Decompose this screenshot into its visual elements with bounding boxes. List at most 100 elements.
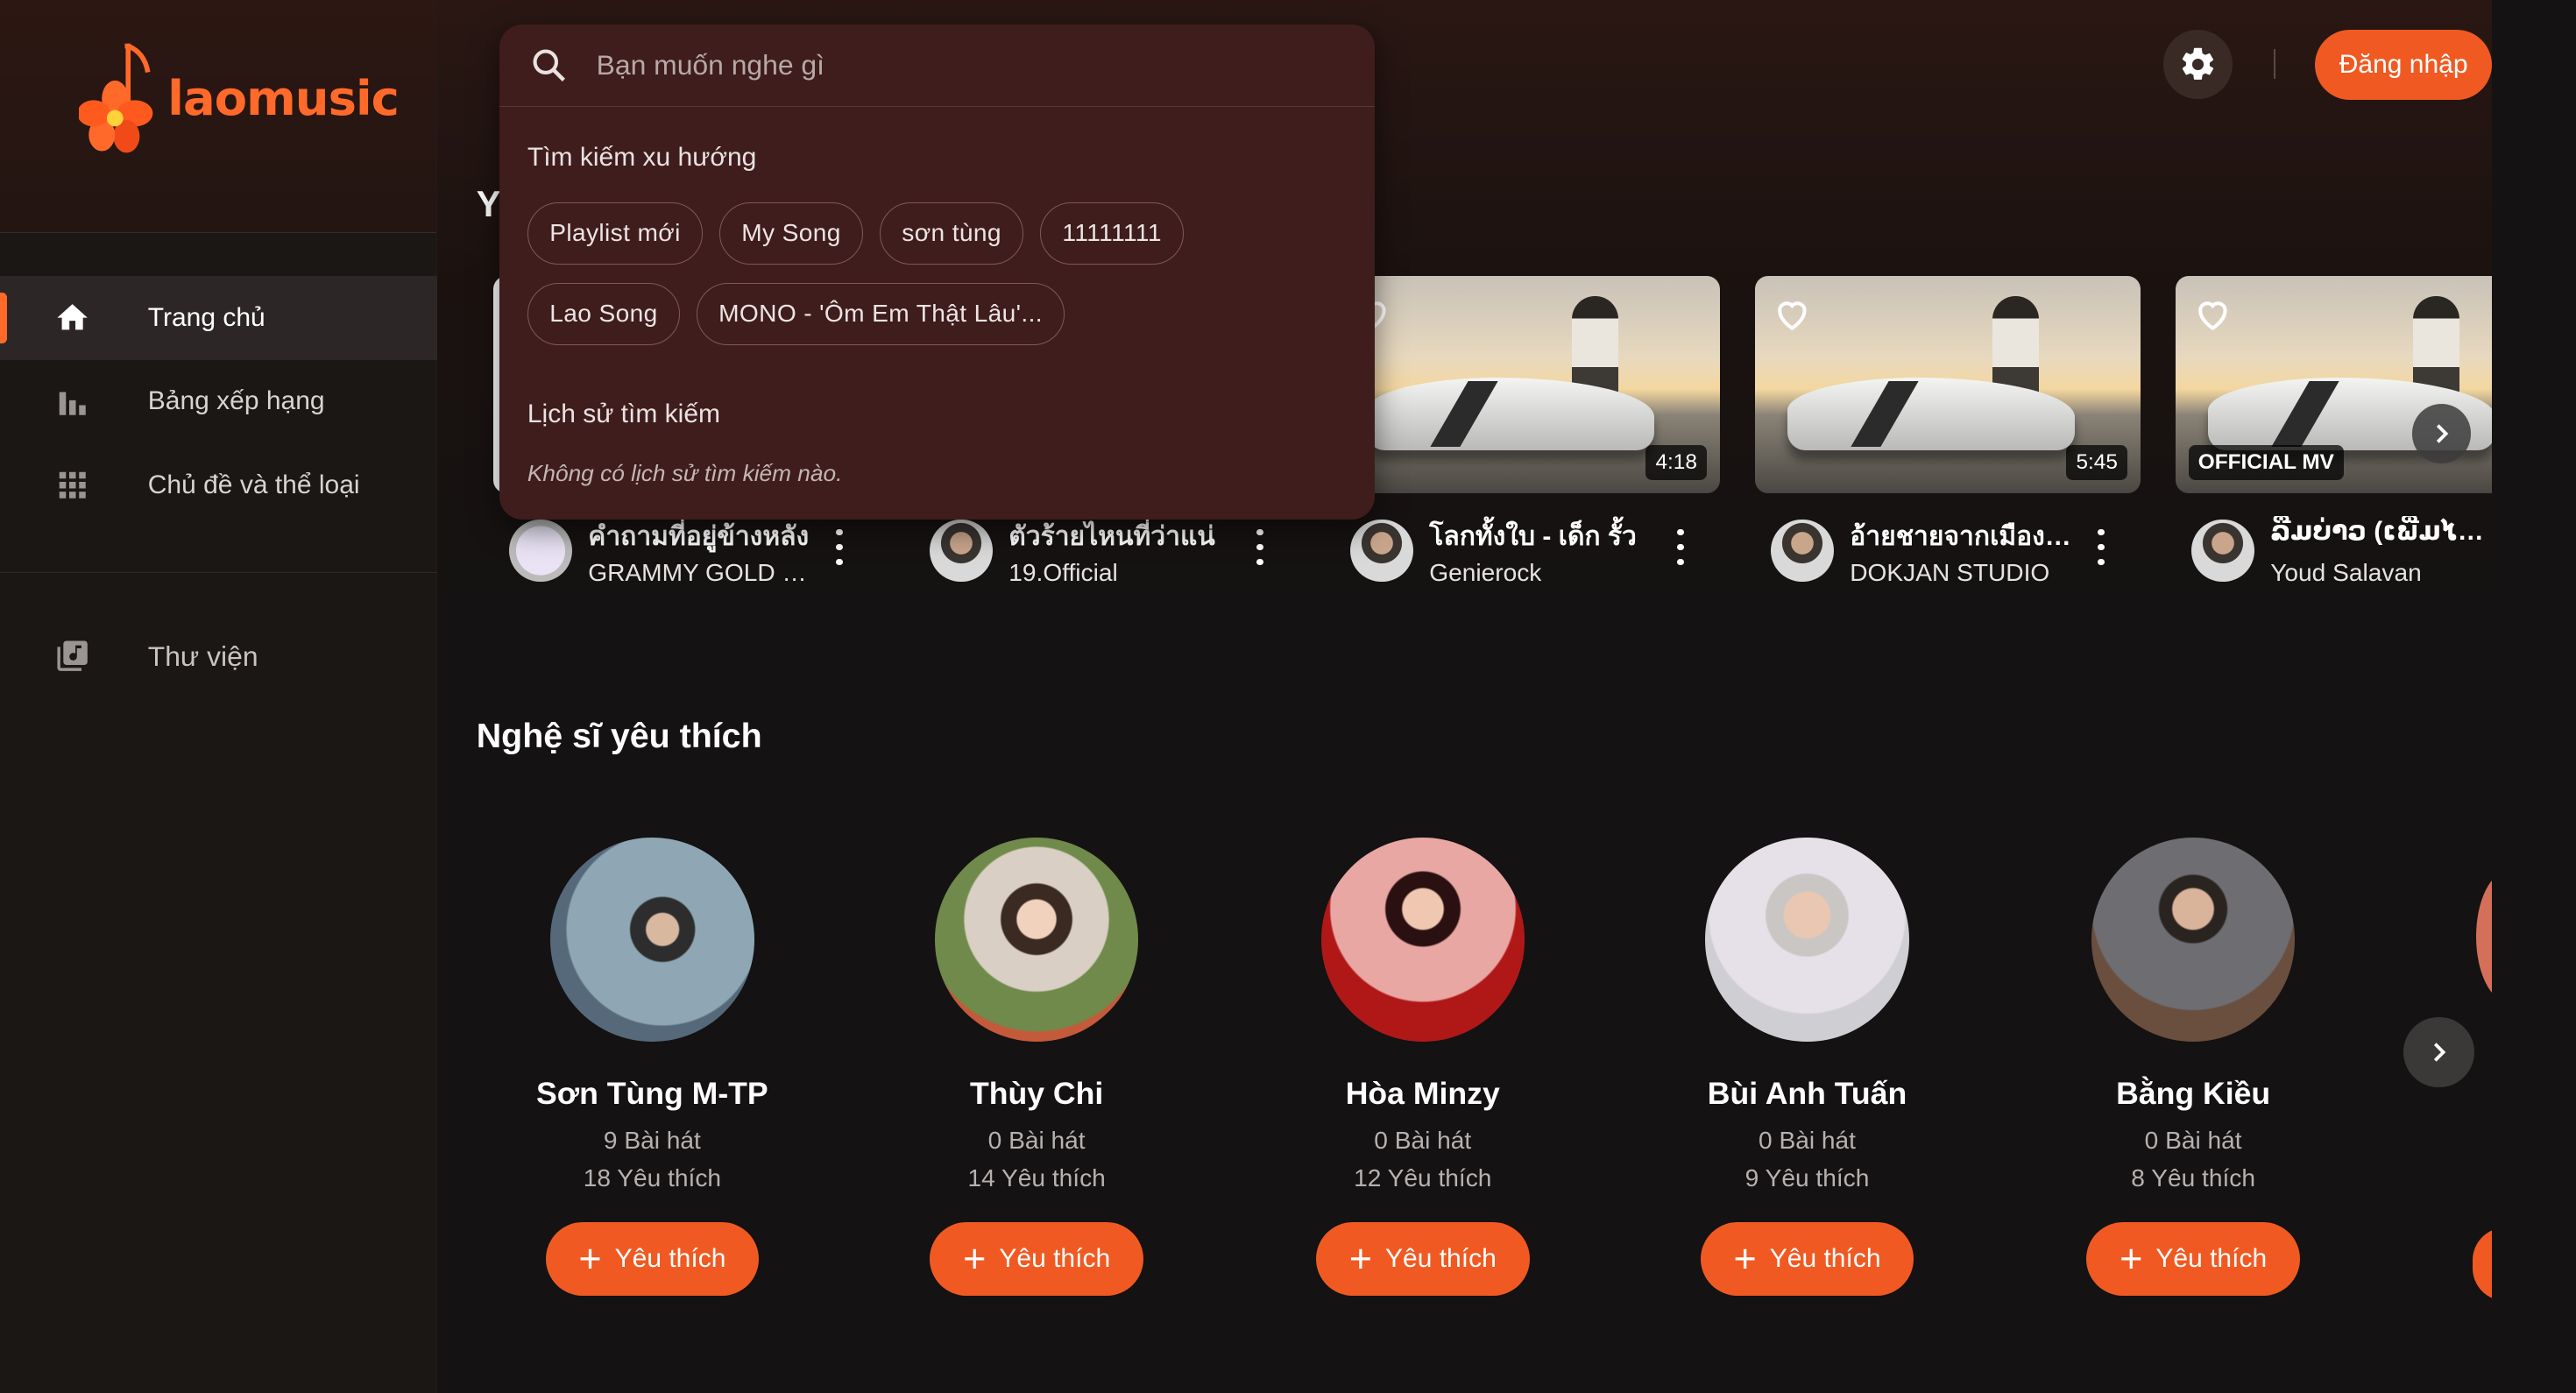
artist-song-count: 0 Bài hát [1759, 1127, 1856, 1154]
search-history-empty: Không có lịch sử tìm kiếm nào. [527, 460, 843, 486]
trending-chip[interactable]: MONO - 'Ôm Em Thật Lâu'... [696, 282, 1065, 345]
video-card[interactable]: 5:45 อ้ายชายจากเมืองลาว DOKJAN STUDIO [1754, 276, 2141, 586]
sidebar-item-label: Thư viện [147, 640, 258, 672]
sidebar-item-label: Chủ đề và thể loại [147, 470, 360, 500]
settings-button[interactable] [2163, 29, 2233, 99]
logo-text: laomusic [167, 71, 400, 126]
plus-icon: + [578, 1236, 602, 1282]
thumbnail-figure [1572, 295, 1618, 398]
trending-search-title: Tìm kiếm xu hướng [527, 143, 757, 173]
video-duration: 4:18 [1645, 445, 1708, 480]
heart-icon[interactable] [1771, 293, 1814, 336]
follow-label: Yêu thích [999, 1244, 1111, 1274]
app-logo[interactable]: laomusic [79, 39, 400, 158]
follow-label: Yêu thích [614, 1244, 726, 1274]
artist-photo[interactable] [550, 838, 754, 1042]
video-info: อ้ายชายจากเมืองลาว DOKJAN STUDIO [1755, 513, 2141, 595]
follow-button[interactable]: + Yêu thích [930, 1222, 1143, 1297]
video-section-title: Y [476, 184, 501, 224]
trending-chip[interactable]: Lao Song [527, 282, 680, 345]
video-title[interactable]: อ้ายชายจากเมืองลาว [1850, 516, 2073, 557]
channel-avatar[interactable] [509, 519, 572, 582]
thumbnail-figure [1992, 295, 2039, 398]
video-channel[interactable]: Genierock [1429, 559, 1652, 587]
trending-chips: Playlist mới My Song sơn tùng 11111111 L… [527, 202, 1349, 345]
sidebar-divider [0, 571, 437, 574]
video-duration: 5:45 [2066, 445, 2128, 480]
artist-photo[interactable] [1705, 838, 1909, 1042]
video-thumbnail[interactable]: 5:45 [1754, 276, 2141, 493]
artist-name[interactable]: Sơn Tùng M-TP [488, 1076, 817, 1112]
video-channel[interactable]: DOKJAN STUDIO [1850, 559, 2073, 587]
video-channel[interactable]: GRAMMY GOLD OFFICIAL [588, 559, 811, 587]
follow-button[interactable]: + Yêu thích [2086, 1222, 2300, 1297]
artist-name[interactable]: Hòa Minzy [1258, 1076, 1587, 1112]
artist-like-count: 18 Yêu thích [583, 1164, 722, 1192]
artist-card[interactable]: Thùy Chi 0 Bài hát 14 Yêu thích + Yêu thí… [873, 838, 1201, 1297]
follow-button[interactable]: + Yêu thích [545, 1222, 760, 1297]
trending-chip[interactable]: 11111111 [1040, 202, 1185, 265]
artist-name[interactable]: Bằng Kiều [2029, 1076, 2358, 1112]
heart-icon[interactable] [2191, 293, 2234, 336]
sidebar-header: laomusic [0, 0, 436, 234]
right-clip [2492, 0, 2576, 1393]
plus-icon: + [2120, 1236, 2143, 1282]
artist-photo[interactable] [2091, 838, 2296, 1042]
video-title[interactable]: โลกทั้งใบ - เด็ก รั้ว [1429, 516, 1652, 557]
artist-card[interactable]: Bằng Kiều 0 Bài hát 8 Yêu thích + Yêu thí… [2029, 838, 2358, 1297]
artist-song-count: 0 Bài hát [1374, 1127, 1472, 1154]
search-bar [499, 25, 1376, 107]
video-channel[interactable]: 19.Official [1008, 559, 1232, 587]
channel-avatar[interactable] [1771, 519, 1834, 582]
more-options-icon[interactable] [1669, 528, 1692, 565]
carousel-next-button[interactable] [2411, 404, 2471, 463]
artist-photo[interactable] [934, 838, 1139, 1042]
artist-name[interactable]: Bùi Anh Tuấn [1643, 1076, 1971, 1112]
flower-logo-icon [79, 43, 153, 153]
artist-card[interactable]: Hòa Minzy 0 Bài hát 12 Yêu thích + Yêu th… [1258, 838, 1587, 1297]
sidebar-item-library[interactable]: Thư viện [0, 614, 437, 698]
channel-avatar[interactable] [2191, 519, 2254, 582]
artist-photo[interactable] [1320, 838, 1525, 1042]
follow-button[interactable]: + Yêu thích [1315, 1222, 1530, 1297]
follow-label: Yêu thích [1769, 1244, 1881, 1274]
video-card[interactable]: 4:18 โลกทั้งใบ - เด็ก รั้ว Genierock [1334, 276, 1721, 586]
more-options-icon[interactable] [828, 528, 851, 565]
channel-avatar[interactable] [930, 519, 993, 582]
sidebar-item-home[interactable]: Trang chủ [0, 276, 437, 360]
library-music-icon [54, 638, 90, 674]
follow-button[interactable]: + Yêu thích [1700, 1222, 1914, 1297]
search-input[interactable] [596, 49, 1320, 81]
artist-like-count: 14 Yêu thích [967, 1164, 1106, 1192]
video-thumbnail[interactable]: 4:18 [1334, 276, 1721, 493]
artist-name[interactable]: Thùy Chi [873, 1076, 1201, 1112]
plus-icon: + [963, 1236, 987, 1282]
artist-like-count: 9 Yêu thích [1744, 1164, 1870, 1192]
video-title[interactable]: ตัวร้ายไหนที่ว่าแน่ [1008, 516, 1232, 557]
artists-next-button[interactable] [2403, 1016, 2474, 1088]
more-options-icon[interactable] [1249, 528, 1271, 565]
more-options-icon[interactable] [2090, 528, 2112, 565]
sidebar-item-genres[interactable]: Chủ đề và thể loại [0, 443, 437, 527]
channel-avatar[interactable] [1350, 519, 1413, 582]
bar-chart-icon [54, 384, 90, 420]
artist-song-count: 9 Bài hát [603, 1127, 701, 1154]
sidebar: laomusic Trang chủ Bảng xếp hạng Chủ đề … [0, 0, 437, 1393]
sidebar-item-label: Trang chủ [147, 302, 265, 332]
video-channel[interactable]: Youd Salavan [2270, 559, 2494, 587]
login-button[interactable]: Đăng nhập [2314, 29, 2493, 101]
video-title[interactable]: ລືມບ່າວ (ເພີ່ມໄຟຄວາມຮັກ) [2270, 516, 2484, 547]
follow-label: Yêu thích [2155, 1244, 2268, 1274]
sidebar-item-label: Bảng xếp hạng [147, 386, 325, 416]
video-info: โลกทั้งใบ - เด็ก รั้ว Genierock [1334, 513, 1721, 595]
video-title[interactable]: คำถามที่อยู่ข้างหลัง [588, 516, 811, 557]
trending-chip[interactable]: sơn tùng [879, 202, 1024, 265]
search-icon [533, 49, 565, 81]
follow-label: Yêu thích [1385, 1244, 1497, 1274]
trending-chip[interactable]: My Song [718, 202, 864, 265]
artist-card[interactable]: Bùi Anh Tuấn 0 Bài hát 9 Yêu thích + Yêu … [1643, 838, 1971, 1297]
video-info: ตัวร้ายไหนที่ว่าแน่ 19.Official [914, 513, 1300, 595]
sidebar-item-charts[interactable]: Bảng xếp hạng [0, 360, 437, 444]
artist-card[interactable]: Sơn Tùng M-TP 9 Bài hát 18 Yêu thích + Yê… [488, 838, 817, 1297]
trending-chip[interactable]: Playlist mới [527, 202, 704, 265]
